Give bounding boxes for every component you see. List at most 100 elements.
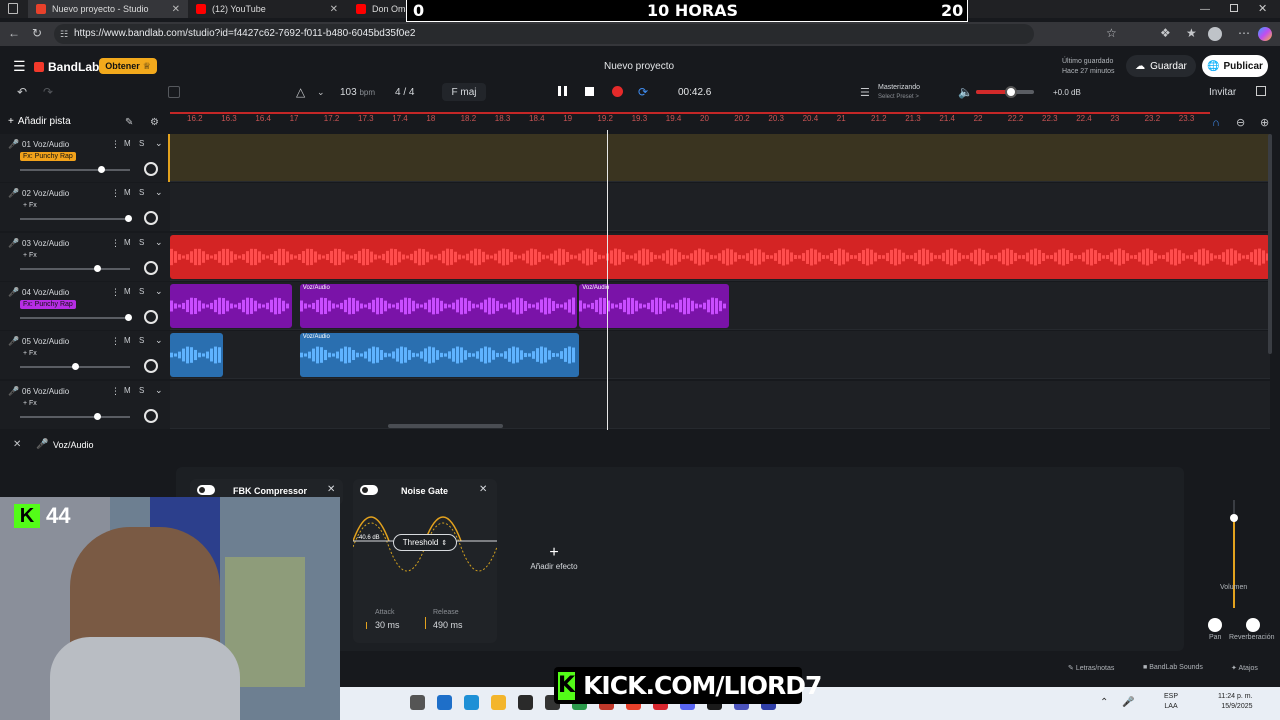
master-volume-slider[interactable] (976, 86, 1034, 98)
track-name[interactable]: 02 Voz/Audio (22, 189, 69, 198)
track-volume-slider[interactable] (20, 313, 132, 321)
mute-button[interactable]: M (124, 188, 131, 197)
compressor-toggle[interactable] (197, 485, 215, 495)
fx-button[interactable]: + Fx (20, 251, 40, 260)
track-volume-slider[interactable] (20, 363, 130, 371)
mute-button[interactable]: M (124, 139, 131, 148)
track-header[interactable]: 🎤 05 Voz/Audio ⋮ M S ⌄ + Fx (0, 331, 170, 380)
zoom-out-icon[interactable]: ⊖ (1236, 117, 1245, 129)
fx-button[interactable]: + Fx (20, 349, 40, 358)
chevron-down-icon[interactable]: ⌄ (155, 187, 163, 198)
key-selector[interactable]: F maj (442, 83, 486, 101)
track-row[interactable]: 🎤 02 Voz/Audio ⋮ M S ⌄ + Fx (0, 183, 1270, 232)
tray-mic-icon[interactable]: 🎤 (1122, 697, 1134, 709)
copilot-icon[interactable] (1258, 27, 1272, 41)
chevron-down-icon[interactable]: ⌄ (155, 385, 163, 396)
browser-tab[interactable]: (12) YouTube ✕ (188, 0, 346, 18)
metronome-icon[interactable]: △ (296, 86, 305, 98)
chevron-down-icon[interactable]: ⌄ (155, 286, 163, 297)
snap-magnet-icon[interactable]: ∩ (1212, 117, 1220, 129)
restore-icon[interactable] (1230, 4, 1238, 12)
audio-clip[interactable] (170, 234, 1270, 279)
save-button[interactable]: ☁ Guardar (1126, 55, 1196, 77)
release-handle[interactable] (425, 617, 426, 629)
track-menu-icon[interactable]: ⋮ (111, 336, 120, 347)
track-menu-icon[interactable]: ⋮ (111, 238, 120, 249)
taskbar-app-icon[interactable] (518, 695, 533, 710)
noise-gate-toggle[interactable] (360, 485, 378, 495)
track-row[interactable]: 🎤 05 Voz/Audio ⋮ M S ⌄ + Fx Voz/Audio (0, 331, 1270, 380)
minimize-icon[interactable]: — (1200, 4, 1210, 15)
invite-button[interactable]: Invitar (1209, 87, 1236, 98)
vertical-scrollbar[interactable] (1268, 134, 1272, 354)
timeline-ruler[interactable]: 16.2 16.3 16.4 17 17.2 17.3 17.4 18 18.2 18.3 18.4… (170, 112, 1210, 128)
track-volume-knob[interactable] (1230, 514, 1238, 522)
track-menu-icon[interactable]: ⋮ (111, 287, 120, 298)
fx-noise-gate-card[interactable]: Noise Gate ✕ -40.6 dB Threshold ⇕ Attack… (353, 479, 497, 643)
mastering-button[interactable]: ☰ Masterizando Select Preset > (858, 82, 930, 104)
track-menu-icon[interactable]: ⋮ (111, 386, 120, 397)
audio-clip[interactable]: Voz/Audio (299, 333, 580, 378)
mixer-settings-icon[interactable]: ⚙ (150, 117, 159, 129)
close-compressor-icon[interactable]: ✕ (327, 484, 335, 495)
audio-clip[interactable]: Voz/Audio (579, 283, 729, 328)
track-volume-knob[interactable] (124, 215, 132, 223)
pan-dial[interactable] (144, 309, 158, 324)
track-name[interactable]: 01 Voz/Audio (22, 140, 69, 149)
master-volume-knob[interactable] (1004, 86, 1017, 98)
footer-sounds-button[interactable]: ■ BandLab Sounds (1143, 664, 1203, 671)
fx-button[interactable]: Fx: Punchy Rap (20, 299, 76, 309)
favorites-icon[interactable]: ★ (1186, 27, 1197, 39)
close-noise-gate-icon[interactable]: ✕ (479, 484, 487, 495)
panel-toggle-icon[interactable] (168, 86, 180, 98)
tempo-display[interactable]: 103 bpm (340, 87, 375, 98)
browser-tab[interactable]: Nuevo proyecto - Studio ✕ (28, 0, 188, 18)
pan-dial[interactable] (144, 162, 158, 176)
solo-button[interactable]: S (139, 188, 144, 197)
language-indicator[interactable]: ESP LAA (1164, 692, 1178, 712)
solo-button[interactable]: S (139, 287, 144, 296)
stop-button[interactable] (585, 87, 594, 96)
track-menu-icon[interactable]: ⋮ (111, 139, 120, 150)
close-panel-icon[interactable]: ✕ (13, 439, 21, 451)
reverb-knob[interactable] (1246, 618, 1260, 632)
track-menu-icon[interactable]: ⋮ (111, 188, 120, 199)
solo-button[interactable]: S (139, 238, 144, 247)
track-volume-slider[interactable] (20, 264, 130, 272)
publish-button[interactable]: 🌐 Publicar (1202, 55, 1268, 77)
profile-avatar[interactable] (1208, 27, 1222, 41)
taskbar-app-icon[interactable] (410, 695, 425, 710)
address-bar[interactable]: ☷ https://www.bandlab.com/studio?id=f442… (54, 24, 1034, 44)
loop-icon[interactable]: ⟳ (638, 86, 648, 98)
add-effect-button[interactable]: + Añadir efecto (520, 544, 588, 571)
track-header[interactable]: 🎤 02 Voz/Audio ⋮ M S ⌄ + Fx (0, 183, 170, 232)
chevron-down-icon[interactable]: ⌄ (155, 138, 163, 149)
fx-button[interactable]: Fx: Punchy Rap (20, 152, 76, 161)
track-volume-slider[interactable] (20, 412, 130, 420)
track-volume-slider[interactable] (20, 215, 132, 223)
tray-chevron-icon[interactable]: ⌃ (1100, 697, 1108, 709)
fx-button[interactable]: + Fx (20, 399, 40, 408)
track-header[interactable]: 🎤 01 Voz/Audio ⋮ M S ⌄ Fx: Punchy Rap (0, 134, 170, 182)
mute-button[interactable]: M (124, 336, 131, 345)
pan-dial[interactable] (144, 211, 158, 226)
site-info-icon[interactable]: ☷ (60, 28, 68, 40)
project-title[interactable]: Nuevo proyecto (604, 61, 674, 72)
audio-clip[interactable]: Voz/Audio (299, 283, 577, 328)
clock[interactable]: 11:24 p. m. 15/9/2025 (1218, 692, 1253, 712)
track-volume-knob[interactable] (98, 166, 106, 173)
audio-clip[interactable] (170, 333, 223, 378)
automation-icon[interactable]: ✎ (125, 117, 133, 129)
redo-icon[interactable]: ↷ (43, 86, 53, 98)
pan-knob[interactable] (1208, 618, 1222, 632)
mute-button[interactable]: M (124, 386, 131, 395)
extensions-icon[interactable]: ❖ (1160, 27, 1171, 39)
back-icon[interactable]: ← (8, 27, 20, 39)
release-value[interactable]: 490 ms (433, 620, 463, 630)
chevron-down-icon[interactable]: ⌄ (317, 86, 325, 98)
track-volume-knob[interactable] (72, 363, 79, 371)
more-icon[interactable]: ⋯ (1238, 27, 1250, 39)
bandlab-logo[interactable]: BandLab (34, 60, 99, 74)
zoom-in-icon[interactable]: ⊕ (1260, 117, 1269, 129)
upgrade-button[interactable]: Obtener ♕ (99, 58, 157, 74)
